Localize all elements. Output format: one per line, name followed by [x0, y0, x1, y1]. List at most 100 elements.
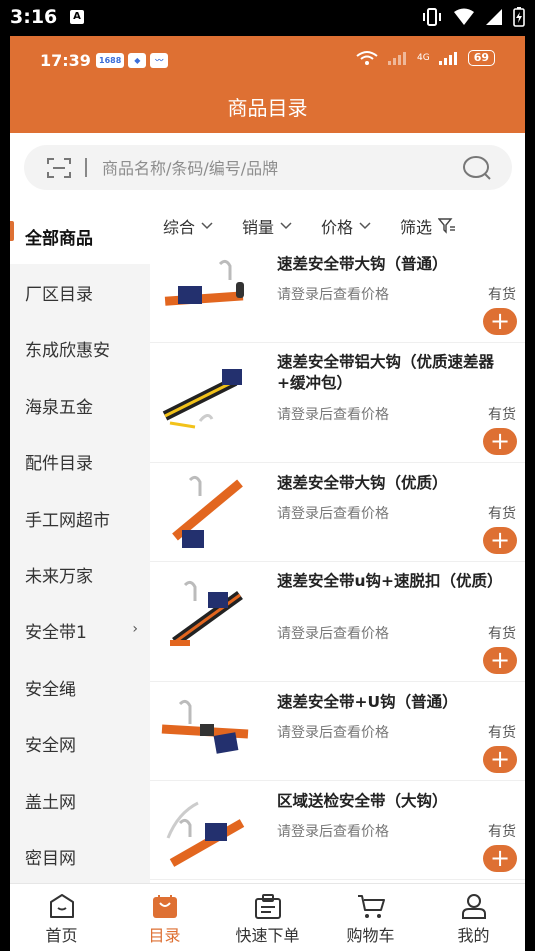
sidebar-item-handcraft-market[interactable]: 手工网超市: [10, 490, 150, 546]
sort-comprehensive[interactable]: 综合: [163, 214, 213, 238]
stock-status: 有货: [488, 725, 516, 741]
system-status-bar: 3:16 A: [0, 0, 535, 36]
inner-time: 17:39: [40, 51, 91, 70]
wifi-icon: [454, 8, 474, 25]
chevron-down-icon: [201, 222, 213, 230]
sort-price[interactable]: 价格: [321, 214, 371, 238]
sidebar-item-label: 厂区目录: [25, 285, 93, 306]
sidebar-item-safety-rope[interactable]: 安全绳: [10, 659, 150, 715]
app-notification-icon: A: [70, 10, 84, 24]
signal-4g-icon: [438, 52, 457, 65]
product-card[interactable]: 速差安全带铝大钩（优质速差器+缓冲包） 请登录后查看价格 有货 +: [150, 343, 525, 463]
sidebar-item-factory-catalog[interactable]: 厂区目录: [10, 264, 150, 320]
sidebar-item-haiquan[interactable]: 海泉五金: [10, 377, 150, 433]
sidebar-item-label: 未来万家: [25, 567, 93, 588]
nav-label: 目录: [148, 926, 181, 945]
product-card[interactable]: 速差安全带大钩（优质） 请登录后查看价格 有货 +: [150, 463, 525, 562]
nav-cart[interactable]: 购物车: [319, 884, 422, 951]
product-image: [161, 699, 249, 754]
sidebar-item-label: 密目网: [25, 848, 76, 869]
product-card[interactable]: 速差安全带u钩+速脱扣（优质） 请登录后查看价格 有货 +: [150, 562, 525, 682]
stock-status: 有货: [488, 626, 516, 642]
quick-order-icon: [254, 894, 281, 919]
add-to-cart-button[interactable]: +: [483, 527, 517, 554]
sidebar-item-label: 海泉五金: [25, 397, 93, 418]
battery-charging-icon: [513, 7, 525, 27]
nav-label: 我的: [457, 926, 490, 945]
product-card[interactable]: 速差安全带大钩（普通） 请登录后查看价格 有货 +: [150, 244, 525, 343]
nav-profile[interactable]: 我的: [422, 884, 525, 951]
badge-1688: 1688: [96, 53, 125, 68]
sidebar-item-safety-belt-1[interactable]: 安全带1 ›: [10, 603, 150, 659]
sidebar-item-label: 手工网超市: [25, 510, 110, 531]
nav-home[interactable]: 首页: [10, 884, 113, 951]
signal-icon: [387, 52, 406, 65]
product-name: 速差安全带+U钩（普通）: [277, 693, 458, 711]
nav-quick-order[interactable]: 快速下单: [216, 884, 319, 951]
network-type: 4G: [416, 53, 430, 63]
system-time: 3:16: [10, 6, 58, 28]
inner-indicators: 4G 69: [355, 50, 495, 66]
nav-label: 首页: [45, 926, 78, 945]
sidebar-item-safety-net[interactable]: 安全网: [10, 716, 150, 772]
cart-icon: [357, 895, 385, 918]
nav-label: 购物车: [346, 926, 395, 945]
filter-button[interactable]: 筛选: [400, 214, 456, 238]
profile-icon: [461, 894, 486, 919]
sort-sales[interactable]: 销量: [242, 214, 292, 238]
product-name: 速差安全带铝大钩（优质速差器+缓冲包）: [277, 353, 495, 392]
sidebar-item-label: 全部商品: [25, 228, 93, 249]
stock-status: 有货: [488, 506, 516, 522]
product-name: 速差安全带u钩+速脱扣（优质）: [277, 572, 503, 590]
system-indicators: [421, 7, 525, 27]
product-image: [170, 580, 243, 647]
sidebar-item-dense-mesh-net[interactable]: 密目网: [10, 828, 150, 884]
notification-badges: 1688 ◆ 〰: [96, 53, 169, 68]
sidebar-item-weilai-wanjia[interactable]: 未来万家: [10, 546, 150, 602]
sort-label: 销量: [242, 218, 275, 237]
sort-label: 综合: [163, 218, 196, 237]
sidebar-item-label: 安全网: [25, 736, 76, 757]
product-price-notice: 请登录后查看价格: [277, 725, 389, 741]
product-image: [166, 801, 245, 867]
add-to-cart-button[interactable]: +: [483, 308, 517, 335]
search-input[interactable]: [102, 153, 442, 183]
product-list: 速差安全带大钩（普通） 请登录后查看价格 有货 + 速差安全带铝大钩（优质速差器…: [150, 244, 525, 880]
product-price-notice: 请登录后查看价格: [277, 506, 389, 522]
category-sidebar: 全部商品 厂区目录 东成欣惠安 海泉五金 配件目录 手工网超市 未来万家 安全带…: [10, 208, 150, 883]
app-header: 17:39 1688 ◆ 〰 4G 69 商品目录: [10, 36, 525, 133]
product-image: [172, 475, 243, 548]
product-price-notice: 请登录后查看价格: [277, 287, 389, 303]
add-to-cart-button[interactable]: +: [483, 428, 517, 455]
nav-catalog[interactable]: 目录: [113, 884, 216, 951]
search-icon[interactable]: [462, 155, 492, 181]
add-to-cart-button[interactable]: +: [483, 647, 517, 674]
filter-label: 筛选: [400, 218, 433, 237]
vibrate-icon: [423, 8, 441, 26]
badge-voice: 〰: [150, 53, 169, 68]
chevron-right-icon: ›: [132, 620, 138, 637]
product-card[interactable]: 速差安全带+U钩（普通） 请登录后查看价格 有货 +: [150, 682, 525, 781]
add-to-cart-button[interactable]: +: [483, 746, 517, 773]
search-divider: [85, 158, 87, 177]
product-name: 速差安全带大钩（普通）: [277, 255, 448, 273]
search-bar[interactable]: [24, 145, 512, 190]
catalog-icon: [152, 895, 177, 918]
product-image: [164, 259, 244, 306]
inner-status-bar: 17:39 1688 ◆ 〰 4G 69: [10, 36, 525, 84]
product-card[interactable]: 区域送检安全带（大钩） 请登录后查看价格 有货 +: [150, 781, 525, 880]
nav-label: 快速下单: [235, 926, 300, 945]
add-to-cart-button[interactable]: +: [483, 845, 517, 872]
badge-app: ◆: [128, 53, 147, 68]
sidebar-item-soil-cover-net[interactable]: 盖土网: [10, 772, 150, 828]
sidebar-item-dongcheng[interactable]: 东成欣惠安: [10, 321, 150, 377]
scan-icon[interactable]: [46, 157, 72, 179]
sidebar-item-label: 东成欣惠安: [25, 341, 110, 362]
cellular-icon: [486, 9, 502, 25]
sidebar-item-parts-catalog[interactable]: 配件目录: [10, 434, 150, 490]
sidebar-item-all-products[interactable]: 全部商品: [10, 208, 150, 265]
stock-status: 有货: [488, 824, 516, 840]
battery-level: 69: [467, 50, 495, 66]
page-title: 商品目录: [227, 96, 308, 120]
home-icon: [49, 894, 74, 918]
